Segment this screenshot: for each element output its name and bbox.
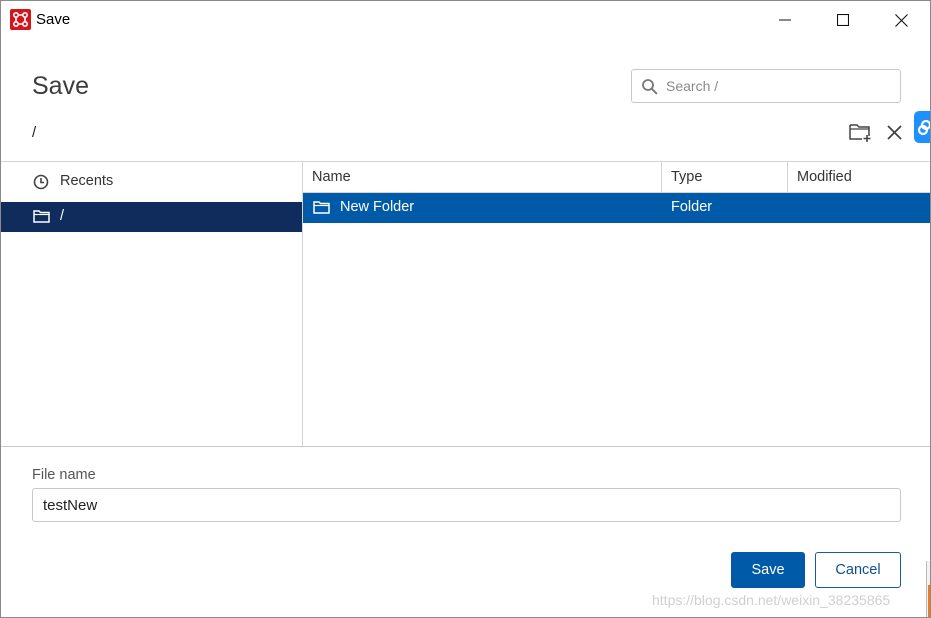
link-icon — [917, 119, 930, 135]
column-header-name[interactable]: Name — [303, 162, 662, 193]
close-button[interactable] — [872, 1, 930, 39]
new-folder-button[interactable] — [846, 119, 874, 145]
maximize-icon — [837, 14, 849, 26]
save-button[interactable]: Save — [731, 552, 805, 588]
search-icon — [642, 79, 658, 95]
row-name: New Folder — [340, 199, 415, 215]
new-folder-icon — [848, 124, 870, 142]
filename-input[interactable] — [32, 488, 901, 522]
save-dialog: Save Save / — [0, 0, 931, 618]
clock-icon — [33, 174, 49, 190]
folder-icon — [33, 210, 50, 223]
file-list: Name Type Modified New Folder Folder — [303, 162, 930, 446]
search-box[interactable] — [631, 69, 901, 103]
watermark: https://blog.csdn.net/weixin_38235865 — [652, 592, 891, 608]
table-row[interactable]: New Folder Folder — [303, 193, 930, 223]
delete-button[interactable] — [882, 119, 906, 145]
app-logo-icon — [10, 9, 31, 30]
column-header-modified[interactable]: Modified — [788, 162, 930, 193]
browser-panes: Recents / Name Type Modified New Folder — [1, 161, 930, 447]
minimize-button[interactable] — [756, 1, 814, 39]
sidebar-item-root[interactable]: / — [1, 202, 302, 232]
folder-icon — [313, 201, 330, 214]
maximize-button[interactable] — [814, 1, 872, 39]
sidebar: Recents / — [1, 162, 303, 446]
cancel-button[interactable]: Cancel — [815, 552, 901, 588]
close-icon — [886, 124, 902, 140]
filename-label: File name — [32, 467, 96, 483]
side-panel-tab[interactable] — [914, 111, 930, 143]
dialog-heading: Save — [32, 72, 89, 100]
search-input[interactable] — [666, 76, 892, 96]
sidebar-item-recents[interactable]: Recents — [1, 167, 302, 197]
sidebar-item-label: / — [60, 208, 65, 224]
sidebar-item-label: Recents — [60, 173, 114, 189]
window-title: Save — [36, 11, 71, 28]
minimize-icon — [779, 19, 791, 21]
close-icon — [894, 13, 908, 27]
column-header-type[interactable]: Type — [662, 162, 788, 193]
title-bar[interactable]: Save — [1, 1, 930, 39]
background-window-edge — [926, 561, 930, 617]
current-path: / — [32, 124, 37, 141]
row-type: Folder — [671, 199, 713, 215]
